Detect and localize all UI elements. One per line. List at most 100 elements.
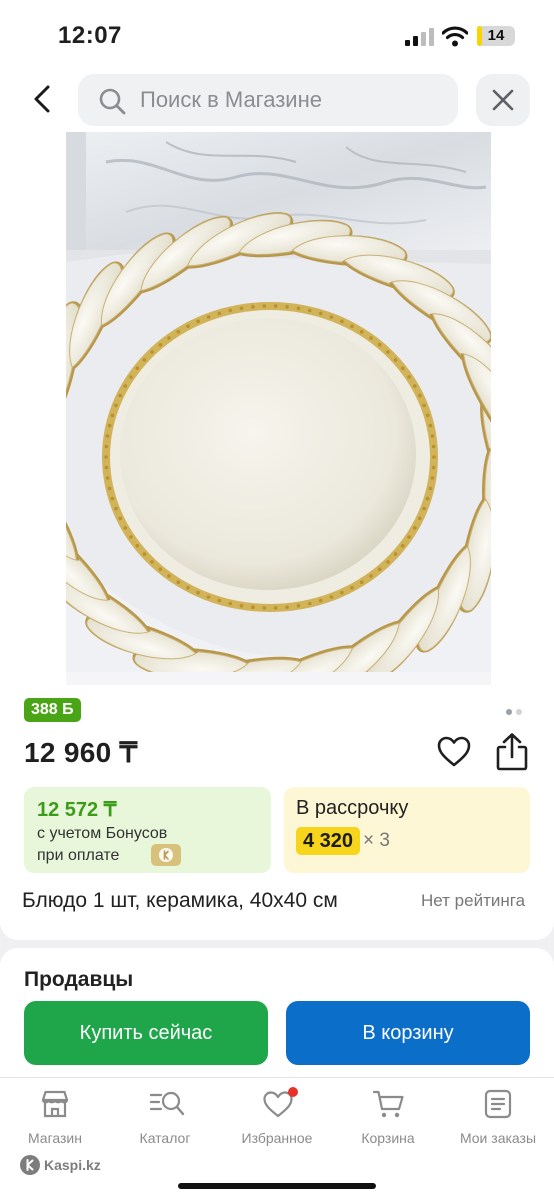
share-button[interactable] <box>494 732 530 772</box>
plate-bead <box>114 403 118 408</box>
plate-bead <box>158 343 163 347</box>
kaspi-logo-icon <box>20 1155 40 1175</box>
plate-bead <box>369 336 373 340</box>
plate-bead <box>350 586 354 590</box>
plate-bead <box>104 444 109 449</box>
plate-bead <box>418 516 422 521</box>
plate-bead <box>425 496 430 501</box>
plate-bead <box>176 580 181 584</box>
plate-bead <box>386 560 390 564</box>
plate-bead <box>150 350 154 354</box>
tab-label-cart: Корзина <box>361 1130 415 1146</box>
tab-label-catalog: Каталог <box>139 1130 191 1146</box>
status-bar: 12:07 14 <box>0 0 554 70</box>
plate-bead <box>285 605 289 609</box>
bonus-caption-2: при оплате <box>37 847 120 864</box>
plate-bead <box>118 393 122 398</box>
battery-level: 14 <box>487 27 505 44</box>
bottom-tab-bar: Магазин Каталог Избранное Корзина Мои за… <box>0 1077 554 1200</box>
product-rating[interactable]: Нет рейтинга <box>421 891 525 911</box>
plate-bead <box>340 590 344 595</box>
tab-orders[interactable]: Мои заказы <box>443 1078 553 1154</box>
plate-bead <box>118 516 122 521</box>
tab-store[interactable]: Магазин <box>0 1078 110 1154</box>
plate-bead <box>393 358 398 362</box>
plate-bead <box>340 319 344 324</box>
search-header <box>0 70 554 132</box>
tab-catalog[interactable]: Каталог <box>110 1078 220 1154</box>
plate-bead <box>167 574 171 578</box>
plate-bead <box>413 526 417 530</box>
bonus-badge: 388 Б <box>24 698 81 722</box>
plate-bead <box>318 311 323 316</box>
sellers-title: Продавцы <box>24 968 134 991</box>
installment-box[interactable]: В рассрочку 4 320 × 3 <box>284 787 530 873</box>
back-button[interactable] <box>24 78 60 120</box>
add-to-cart-button[interactable]: В корзину <box>286 1001 530 1065</box>
plate-bead <box>251 305 255 309</box>
plate-bead <box>377 567 382 571</box>
orders-icon <box>484 1089 512 1119</box>
bonus-price: 12 572 ₸ <box>37 799 117 821</box>
plate-bead <box>350 324 354 328</box>
plate-bead <box>369 574 373 578</box>
plate-bead <box>114 506 118 511</box>
plate-bead <box>158 567 163 571</box>
product-title: Блюдо 1 шт, керамика, 40x40 см <box>22 889 338 912</box>
bonus-price-box[interactable]: 12 572 ₸ с учетом Бонусов при оплате <box>24 787 271 873</box>
plate-bead <box>217 311 222 316</box>
installment-amount: 4 320 <box>296 827 361 855</box>
close-button[interactable] <box>476 74 530 126</box>
plate-bead <box>176 330 181 334</box>
kaspi-gold-icon <box>151 844 181 866</box>
plate-bead <box>239 306 244 311</box>
product-photo[interactable] <box>66 132 491 685</box>
plate-bead <box>262 606 267 610</box>
plate-bead <box>407 535 411 539</box>
home-indicator[interactable] <box>178 1183 376 1189</box>
tab-favorites[interactable]: Избранное <box>222 1078 332 1154</box>
status-time: 12:07 <box>58 22 122 49</box>
plate-bead <box>196 319 200 324</box>
plate-bead <box>428 423 433 428</box>
plate-bead <box>431 444 436 449</box>
cellular-signal-icon <box>405 28 434 46</box>
plate-bead <box>359 580 364 584</box>
plate-bead <box>123 384 127 388</box>
tab-cart[interactable]: Корзина <box>333 1078 443 1154</box>
plate-bead <box>400 544 405 548</box>
plate-bead <box>329 595 334 599</box>
tab-label-orders: Мои заказы <box>459 1130 537 1146</box>
search-box[interactable] <box>78 74 458 126</box>
plate-bead <box>129 535 133 539</box>
plate-bead <box>104 455 108 459</box>
plate-bead <box>407 375 411 379</box>
plate-bead <box>107 486 112 491</box>
search-input[interactable] <box>140 74 440 126</box>
buy-now-button[interactable]: Купить сейчас <box>24 1001 268 1065</box>
plate-bead <box>430 434 435 438</box>
store-icon <box>41 1090 69 1118</box>
pager-dot-2 <box>516 709 522 715</box>
plate-bead <box>107 423 112 428</box>
search-icon <box>99 88 126 115</box>
plate-bead <box>329 315 334 319</box>
image-pager <box>506 702 526 720</box>
product-card: 388 Б 12 960 ₸ 12 572 ₸ с учетом Бонусов… <box>0 132 554 940</box>
plate-bead <box>307 601 312 606</box>
plate-bead <box>422 403 426 408</box>
add-to-favorites-button[interactable] <box>436 734 472 770</box>
brand-name: Kaspi.kz <box>44 1157 101 1173</box>
plate-bead <box>206 595 211 599</box>
sellers-section: Продавцы Купить сейчас В корзину <box>0 948 554 1083</box>
plate-bead <box>432 455 436 459</box>
product-price: 12 960 ₸ <box>24 737 138 768</box>
plate-bead <box>262 304 267 308</box>
plate-bead <box>167 336 171 340</box>
plate-bead <box>318 598 323 603</box>
plate-bead <box>251 605 255 609</box>
plate-bead <box>129 375 133 379</box>
installment-title: В рассрочку <box>296 797 409 819</box>
plate-bead <box>135 544 140 548</box>
ceramic-plate-image <box>66 132 491 685</box>
